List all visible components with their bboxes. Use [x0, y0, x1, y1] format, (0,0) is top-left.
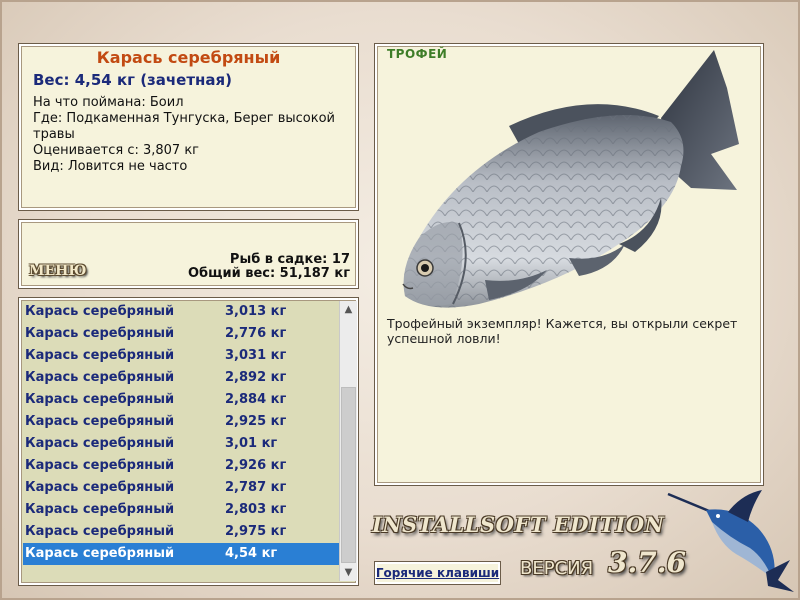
catch-fish-weight: 2,803 кг: [225, 502, 287, 517]
catch-fish-name: Карась серебряный: [25, 546, 175, 561]
marlin-logo-icon: [667, 490, 794, 592]
catch-fish-weight: 3,031 кг: [225, 348, 287, 363]
value-info: Оценивается с: 3,807 кг: [33, 143, 200, 158]
menu-button[interactable]: МЕНЮ: [29, 263, 86, 279]
catch-fish-weight: 2,975 кг: [225, 524, 287, 539]
fish-picture: [402, 50, 739, 308]
scroll-thumb[interactable]: [341, 387, 356, 563]
scroll-down-icon[interactable]: ▼: [340, 564, 357, 581]
catch-fish-name: Карась серебряный: [25, 458, 175, 473]
catch-fish-name: Карась серебряный: [25, 304, 175, 319]
total-weight: Общий вес: 51,187 кг: [187, 266, 350, 281]
version-label: ВЕРСИЯ: [520, 558, 594, 579]
fish-title: Карась серебряный: [96, 48, 281, 67]
catch-list[interactable]: Карась серебряный 3,013 кг Карась серебрян…: [18, 297, 359, 586]
catch-list-row[interactable]: Карась серебряный 2,975 кг: [23, 521, 340, 543]
catch-fish-name: Карась серебряный: [25, 326, 175, 341]
catch-fish-name: Карась серебряный: [25, 348, 175, 363]
fish-info-panel: Карась серебряный Вес: 4,54 кг (зачетная…: [18, 43, 359, 211]
catch-list-row[interactable]: Карась серебряный 3,01 кг: [23, 433, 340, 455]
catch-fish-name: Карась серебряный: [25, 502, 175, 517]
list-scrollbar[interactable]: ▲ ▼: [339, 301, 357, 581]
catch-fish-weight: 3,013 кг: [225, 304, 287, 319]
catch-fish-name: Карась серебряный: [25, 370, 175, 385]
catch-list-row[interactable]: Карась серебряный 2,776 кг: [23, 323, 340, 345]
kind-info: Вид: Ловится не часто: [33, 159, 188, 174]
trophy-label: ТРОФЕЙ: [387, 47, 448, 61]
trophy-message: Трофейный экземпляр! Кажется, вы открыли…: [387, 316, 738, 346]
catch-fish-name: Карась серебряный: [25, 480, 175, 495]
edition-label: INSTALLSOFT EDITION: [372, 512, 665, 537]
catch-fish-weight: 2,787 кг: [225, 480, 287, 495]
catch-fish-weight: 2,892 кг: [225, 370, 287, 385]
catch-fish-name: Карась серебряный: [25, 414, 175, 429]
catch-fish-weight: 2,925 кг: [225, 414, 287, 429]
catch-list-row[interactable]: Карась серебряный 3,013 кг: [23, 301, 340, 323]
location-info: Где: Подкаменная Тунгуска, Берег высокой…: [33, 111, 335, 142]
bait-info: На что поймана: Боил: [33, 95, 184, 110]
catch-fish-weight: 4,54 кг: [225, 546, 278, 561]
keepnet-stats-panel: МЕНЮ Рыб в садке: 17 Общий вес: 51,187 к…: [18, 219, 359, 289]
catch-list-row[interactable]: Карась серебряный 3,031 кг: [23, 345, 340, 367]
catch-list-row[interactable]: Карась серебряный 2,925 кг: [23, 411, 340, 433]
catch-fish-weight: 2,884 кг: [225, 392, 287, 407]
hotkeys-button[interactable]: Горячие клавиши: [374, 561, 501, 585]
catch-fish-weight: 3,01 кг: [225, 436, 278, 451]
fish-weight: Вес: 4,54 кг (зачетная): [33, 71, 233, 89]
catch-fish-weight: 2,776 кг: [225, 326, 287, 341]
catch-list-row[interactable]: Карась серебряный 2,884 кг: [23, 389, 340, 411]
catch-fish-name: Карась серебряный: [25, 524, 175, 539]
fish-count: Рыб в садке: 17: [229, 252, 350, 267]
catch-list-row[interactable]: Карась серебряный 4,54 кг: [23, 543, 340, 565]
scroll-up-icon[interactable]: ▲: [340, 301, 357, 318]
catch-list-row[interactable]: Карась серебряный 2,803 кг: [23, 499, 340, 521]
catch-list-row[interactable]: Карась серебряный 2,926 кг: [23, 455, 340, 477]
catch-fish-weight: 2,926 кг: [225, 458, 287, 473]
catch-list-row[interactable]: Карась серебряный 2,892 кг: [23, 367, 340, 389]
catch-fish-name: Карась серебряный: [25, 392, 175, 407]
catch-fish-name: Карась серебряный: [25, 436, 175, 451]
catch-list-row[interactable]: Карась серебряный 2,787 кг: [23, 477, 340, 499]
trophy-panel: ТРОФЕЙ Трофейный экземпляр! Кажется, вы …: [374, 43, 764, 486]
